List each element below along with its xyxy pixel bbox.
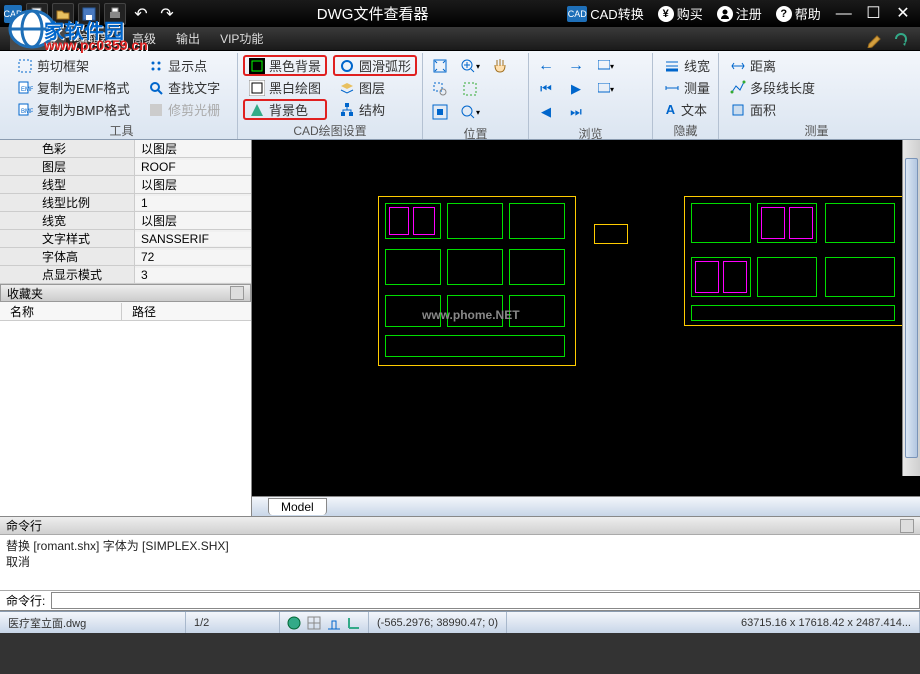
smooth-arc-button[interactable]: 圆滑弧形 <box>333 55 417 76</box>
text-button[interactable]: A文本 <box>658 99 713 120</box>
properties-panel: 色彩以图层 图层ROOF 线型以图层 线型比例1 线宽以图层 文字样式SANSS… <box>0 140 251 284</box>
nav-dd2-icon[interactable]: ▾ <box>594 78 618 100</box>
bg-color-button[interactable]: 背景色 <box>243 99 327 120</box>
zoom-select-icon[interactable] <box>458 78 482 100</box>
status-filename: 医疗室立面.dwg <box>0 612 186 633</box>
close-button[interactable]: ✕ <box>890 3 916 23</box>
menu-vip[interactable]: VIP功能 <box>210 27 273 50</box>
command-input[interactable] <box>51 592 920 609</box>
prop-key: 色彩 <box>0 140 135 157</box>
show-points-button[interactable]: 显示点 <box>142 55 226 76</box>
nav-next-icon[interactable]: ▶ <box>564 78 588 100</box>
favorites-header: 收藏夹 <box>0 284 251 302</box>
maximize-button[interactable]: ☐ <box>860 3 886 23</box>
find-text-button[interactable]: 查找文字 <box>142 77 226 98</box>
nav-prev-icon[interactable]: ◀ <box>534 101 558 123</box>
panel-tools-caption: 工具 <box>11 120 232 141</box>
cut-frame-button[interactable]: 剪切框架 <box>11 55 136 76</box>
status-grid-icon[interactable] <box>306 615 322 631</box>
nav-last-icon[interactable]: ⏭ <box>564 101 588 123</box>
qat-new-icon[interactable] <box>26 3 48 25</box>
model-tab[interactable]: Model <box>268 498 327 515</box>
status-globe-icon[interactable] <box>286 615 302 631</box>
zoom-in-icon[interactable]: ▾ <box>458 55 482 77</box>
ribbon: 剪切框架 EMF复制为EMF格式 BMP复制为BMP格式 显示点 查找文字 修剪… <box>0 51 920 140</box>
zoom-window-icon[interactable] <box>428 78 452 100</box>
register-link[interactable]: 注册 <box>717 4 762 23</box>
menubar: 查看器 编辑器 高级 输出 VIP功能 <box>0 27 920 51</box>
canvas-watermark: www.phome.NET <box>422 308 520 322</box>
refresh-icon[interactable] <box>892 30 910 48</box>
black-bg-button[interactable]: 黑色背景 <box>243 55 327 76</box>
distance-button[interactable]: 距离 <box>724 55 909 76</box>
app-icon[interactable]: CAD <box>4 5 22 23</box>
status-coords: (-565.2976; 38990.47; 0) <box>368 612 507 633</box>
qat-redo-icon[interactable]: ↷ <box>156 3 178 25</box>
svg-text:EMF: EMF <box>21 87 33 93</box>
status-extents: 63715.16 x 17618.42 x 2487.414... <box>733 612 920 633</box>
command-header: 命令行 <box>0 517 920 535</box>
fav-col-path[interactable]: 路径 <box>122 303 156 320</box>
status-page: 1/2 <box>186 612 280 633</box>
pan-icon[interactable] <box>488 55 512 77</box>
panel-measure-caption: 测量 <box>724 120 909 141</box>
sidebar: 色彩以图层 图层ROOF 线型以图层 线型比例1 线宽以图层 文字样式SANSS… <box>0 140 252 516</box>
nav-dd1-icon[interactable]: ▾ <box>594 55 618 77</box>
polyline-length-button[interactable]: 多段线长度 <box>724 77 909 98</box>
panel-settings-caption: CAD绘图设置 <box>243 120 417 141</box>
fit-icon[interactable] <box>428 55 452 77</box>
zoom-realtime-icon[interactable]: ▾ <box>458 101 482 123</box>
fav-col-name[interactable]: 名称 <box>0 303 122 320</box>
nav-back-icon[interactable]: ← <box>534 55 558 77</box>
trim-raster-button[interactable]: 修剪光栅 <box>142 99 226 120</box>
minimize-button[interactable]: — <box>831 4 857 24</box>
menu-viewer[interactable]: 查看器 <box>10 27 66 50</box>
nav-first-icon[interactable]: ⏮ <box>534 78 558 100</box>
status-ortho-icon[interactable] <box>346 615 362 631</box>
cad-convert-link[interactable]: CADCAD转换 <box>567 4 643 23</box>
qat-save-icon[interactable] <box>78 3 100 25</box>
titlebar: CAD ↶ ↷ DWG文件查看器 CADCAD转换 ¥购买 注册 ?帮助 — ☐… <box>0 0 920 27</box>
help-link[interactable]: ?帮助 <box>776 4 821 23</box>
cmd-pin-icon[interactable] <box>900 519 914 533</box>
structure-button[interactable]: 结构 <box>333 99 417 120</box>
menu-output[interactable]: 输出 <box>166 27 210 50</box>
copy-bmp-button[interactable]: BMP复制为BMP格式 <box>11 99 136 120</box>
command-prompt: 命令行: <box>0 592 51 609</box>
qat-undo-icon[interactable]: ↶ <box>130 3 152 25</box>
statusbar: 医疗室立面.dwg 1/2 (-565.2976; 38990.47; 0) 6… <box>0 611 920 633</box>
drawing-area[interactable]: www.phome.NET Model <box>252 140 920 516</box>
qat-open-icon[interactable] <box>52 3 74 25</box>
nav-fwd-icon[interactable]: → <box>564 55 588 77</box>
command-log: 替换 [romant.shx] 字体为 [SIMPLEX.SHX] 取消 <box>0 535 920 591</box>
favorites-list[interactable] <box>0 321 251 516</box>
copy-emf-button[interactable]: EMF复制为EMF格式 <box>11 77 136 98</box>
pen-icon[interactable] <box>866 30 884 48</box>
bw-draw-button[interactable]: 黑白绘图 <box>243 77 327 98</box>
zoom-extents-icon[interactable] <box>428 101 452 123</box>
measure-toggle-button[interactable]: 测量 <box>658 77 713 98</box>
qat-print-icon[interactable] <box>104 3 126 25</box>
lineweight-button[interactable]: 线宽 <box>658 55 713 76</box>
vertical-scrollbar[interactable] <box>902 140 920 476</box>
window-title: DWG文件查看器 <box>178 3 567 24</box>
layers-button[interactable]: 图层 <box>333 77 417 98</box>
panel-view-caption: 隐藏 <box>658 120 713 141</box>
menu-advanced[interactable]: 高级 <box>122 27 166 50</box>
menu-editor[interactable]: 编辑器 <box>66 27 122 50</box>
svg-text:BMP: BMP <box>21 109 33 115</box>
buy-link[interactable]: ¥购买 <box>658 4 703 23</box>
pin-icon[interactable] <box>230 286 244 300</box>
status-snap-icon[interactable] <box>326 615 342 631</box>
prop-val[interactable]: 以图层 <box>135 140 251 157</box>
area-button[interactable]: 面积 <box>724 99 909 120</box>
